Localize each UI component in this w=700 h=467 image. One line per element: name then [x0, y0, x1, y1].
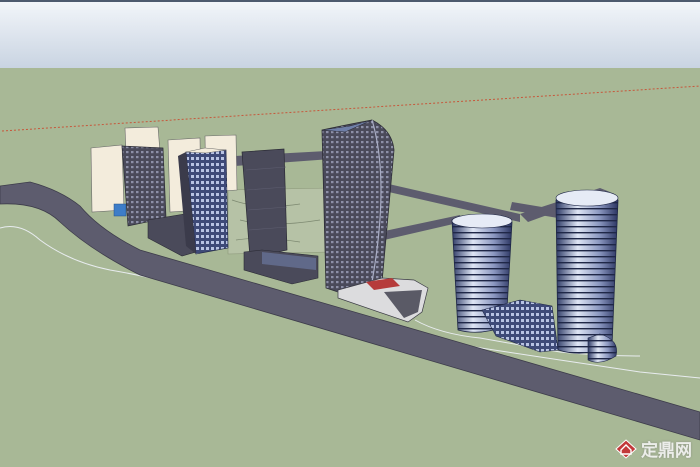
- small-blue-block: [113, 203, 127, 217]
- site-watermark: 定鼎网: [615, 436, 692, 461]
- tower-central-curved: [321, 119, 395, 293]
- cylinder-tower-right-roof: [555, 189, 619, 207]
- building-cream-1: [90, 144, 125, 213]
- sketchup-viewport[interactable]: 定鼎网: [0, 0, 700, 467]
- sky: [0, 0, 700, 68]
- diamond-house-icon: [615, 438, 637, 459]
- cylinder-tower-right-bands: [556, 194, 618, 354]
- cylinder-tower-left-roof: [451, 213, 513, 229]
- tower-dark-middle: [241, 148, 288, 259]
- tower-dark-left: [121, 145, 167, 227]
- watermark-text: 定鼎网: [641, 441, 692, 461]
- 3d-city-model-scene[interactable]: [0, 0, 700, 467]
